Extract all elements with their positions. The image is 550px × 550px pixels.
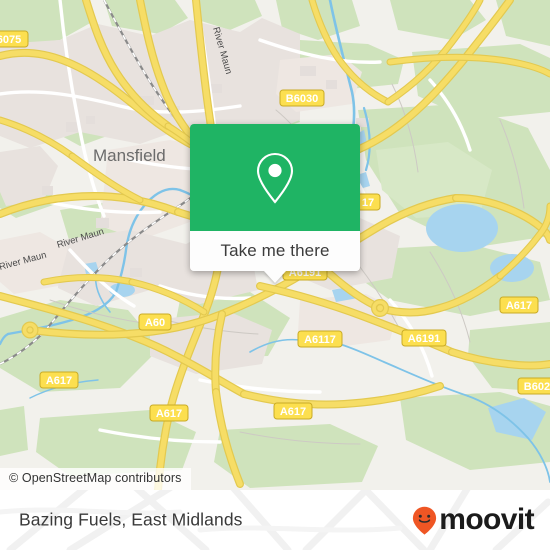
svg-text:A617: A617 <box>506 300 532 312</box>
popup-action-panel[interactable]: Take me there <box>190 231 360 283</box>
road-shield-a617-east: A617 <box>499 296 539 314</box>
footer-bar: Bazing Fuels, East Midlands moovit <box>0 490 550 550</box>
road-shield-b6030: B6030 <box>279 89 325 107</box>
location-title: Bazing Fuels, East Midlands <box>19 509 243 530</box>
svg-text:A617: A617 <box>280 406 306 418</box>
svg-text:B6030: B6030 <box>286 93 318 105</box>
svg-text:B6020: B6020 <box>524 381 550 393</box>
road-shield-a6191-lower: A6191 <box>401 329 447 347</box>
moovit-map-screenshot: .green { fill:#cfe3bc; } .green2 { fill:… <box>0 0 550 550</box>
moovit-wordmark: moovit <box>439 503 534 536</box>
svg-text:A617: A617 <box>46 375 72 387</box>
svg-text:A6117: A6117 <box>304 334 336 346</box>
map-pin-icon <box>256 152 294 204</box>
road-shield-a617-southwest: A617 <box>149 404 189 422</box>
road-shield-a60: A60 <box>138 313 172 331</box>
svg-text:A60: A60 <box>145 317 165 329</box>
take-me-there-popup[interactable]: Take me there <box>190 124 360 283</box>
svg-text:A617: A617 <box>156 408 182 420</box>
popup-icon-panel <box>190 124 360 231</box>
osm-attribution[interactable]: © OpenStreetMap contributors <box>0 468 191 490</box>
moovit-logo[interactable]: moovit <box>412 503 535 536</box>
road-shield-a617-south: A617 <box>273 402 313 420</box>
road-shield-a6117: A6117 <box>297 330 343 348</box>
take-me-there-label: Take me there <box>220 241 330 260</box>
road-shield-6075: 6075 <box>0 30 29 48</box>
svg-text:6075: 6075 <box>0 34 21 46</box>
road-shield-b6020: B6020 <box>517 377 550 395</box>
svg-text:17: 17 <box>362 197 374 209</box>
moovit-pin-icon <box>413 506 437 535</box>
svg-text:A6191: A6191 <box>408 333 440 345</box>
map-place-label-mansfield: Mansfield <box>93 146 166 165</box>
road-shield-a617-west: A617 <box>39 371 79 389</box>
popup-pointer <box>264 271 286 283</box>
